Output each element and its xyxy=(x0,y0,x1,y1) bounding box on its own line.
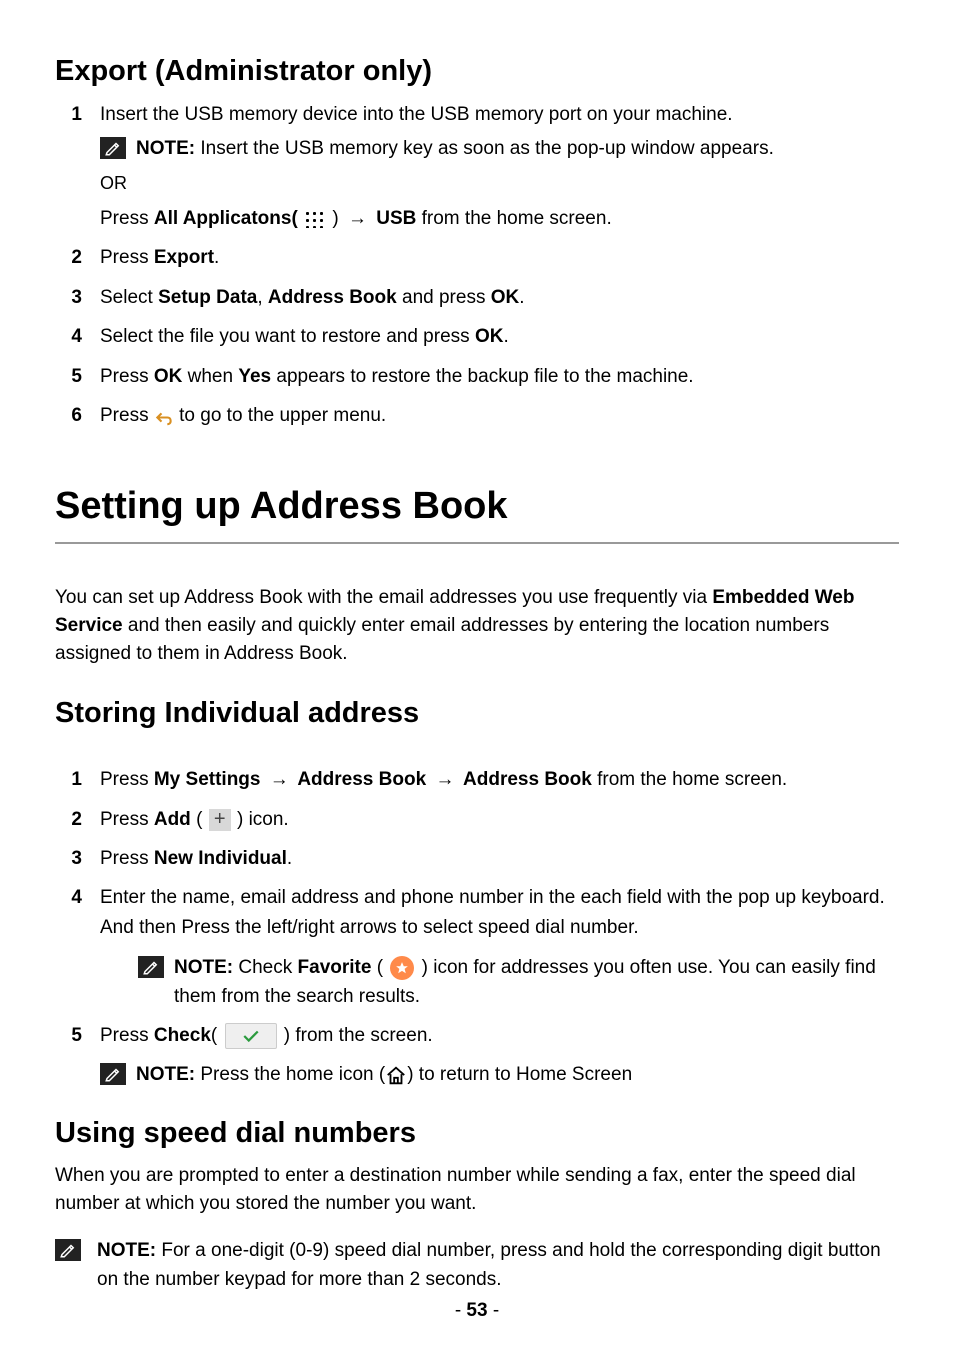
home-icon xyxy=(385,1065,407,1085)
storing-step-1: 1 Press My Settings → Address Book → Add… xyxy=(100,765,899,794)
export-heading: Export (Administrator only) xyxy=(55,55,899,88)
back-arrow-icon xyxy=(154,407,174,425)
addressbook-title: Setting up Address Book xyxy=(55,485,899,544)
export-steps: 1 Insert the USB memory device into the … xyxy=(55,100,899,430)
or-text: OR xyxy=(100,170,899,198)
step-5: 5 Press OK when Yes appears to restore t… xyxy=(100,362,899,391)
speeddial-heading: Using speed dial numbers xyxy=(55,1117,899,1150)
note-row: NOTE: Insert the USB memory key as soon … xyxy=(100,135,899,164)
arrow-right-icon: → xyxy=(270,765,289,794)
pencil-note-icon xyxy=(55,1239,81,1261)
step-4: 4 Select the file you want to restore an… xyxy=(100,322,899,351)
star-icon xyxy=(390,956,414,980)
step-2: 2 Press Export. xyxy=(100,243,899,272)
storing-step-4: 4 Enter the name, email address and phon… xyxy=(100,883,899,1011)
step-1: 1 Insert the USB memory device into the … xyxy=(100,100,899,233)
speeddial-intro: When you are prompted to enter a destina… xyxy=(55,1162,899,1217)
step-1b: Press All Applicatons( ) → USB from the … xyxy=(100,204,899,233)
note-row: NOTE: Check Favorite ( ) icon for addres… xyxy=(100,954,899,1011)
apps-grid-icon xyxy=(304,210,326,228)
step-3: 3 Select Setup Data, Address Book and pr… xyxy=(100,283,899,312)
plus-icon: + xyxy=(209,809,231,831)
addressbook-intro: You can set up Address Book with the ema… xyxy=(55,584,899,667)
arrow-right-icon: → xyxy=(435,765,454,794)
page-number: - 53 - xyxy=(0,1300,954,1322)
pencil-note-icon xyxy=(100,137,126,159)
step-6: 6 Press to go to the upper menu. xyxy=(100,401,899,430)
pencil-note-icon xyxy=(138,956,164,978)
storing-step-3: 3 Press New Individual. xyxy=(100,844,899,873)
storing-steps: 1 Press My Settings → Address Book → Add… xyxy=(55,765,899,1089)
pencil-note-icon xyxy=(100,1063,126,1085)
check-button-icon xyxy=(225,1023,277,1049)
note-row: NOTE: Press the home icon () to return t… xyxy=(100,1061,899,1090)
storing-step-2: 2 Press Add ( + ) icon. xyxy=(100,805,899,834)
arrow-right-icon: → xyxy=(348,204,367,233)
storing-heading: Storing Individual address xyxy=(55,697,899,730)
storing-step-5: 5 Press Check( ) from the screen. NOTE: … xyxy=(100,1021,899,1089)
speeddial-note: NOTE: For a one-digit (0-9) speed dial n… xyxy=(55,1237,899,1294)
